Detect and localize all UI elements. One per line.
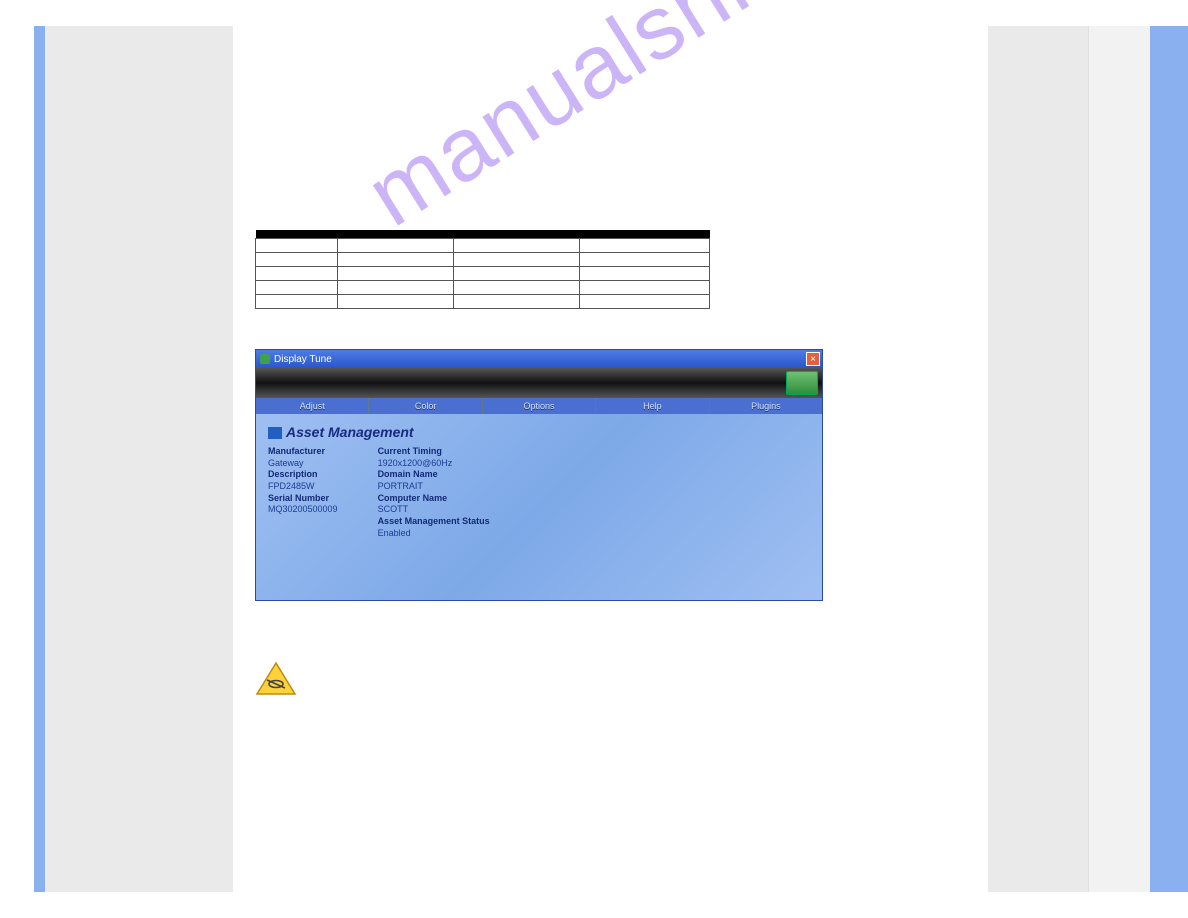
main-content: Display Tune × Adjust Color Options Help… <box>255 230 975 697</box>
monitor-icon <box>268 427 282 439</box>
device-button[interactable] <box>786 371 818 395</box>
info-right-column: Current Timing 1920x1200@60Hz Domain Nam… <box>378 446 490 540</box>
asset-management-panel: Asset Management Manufacturer Gateway De… <box>256 414 822 600</box>
table-row <box>256 253 710 267</box>
tab-options[interactable]: Options <box>483 398 596 414</box>
table-row <box>256 267 710 281</box>
table-header <box>454 230 580 239</box>
domain-value: PORTRAIT <box>378 481 490 493</box>
description-value: FPD2485W <box>268 481 338 493</box>
table-row <box>256 295 710 309</box>
tab-adjust[interactable]: Adjust <box>256 398 369 414</box>
tabbar: Adjust Color Options Help Plugins <box>256 398 822 414</box>
page: manualshive.com Display Tune × <box>0 0 1188 918</box>
display-tune-window: Display Tune × Adjust Color Options Help… <box>255 349 823 601</box>
manufacturer-value: Gateway <box>268 458 338 470</box>
timing-value: 1920x1200@60Hz <box>378 458 490 470</box>
serial-value: MQ30200500009 <box>268 504 338 516</box>
table-header-row <box>256 230 710 239</box>
blue-edge-left <box>34 26 45 892</box>
tab-color[interactable]: Color <box>369 398 482 414</box>
toolbar <box>256 368 822 398</box>
table-header <box>580 230 710 239</box>
app-icon <box>260 354 270 364</box>
table-header <box>256 230 338 239</box>
computer-label: Computer Name <box>378 493 490 505</box>
warning-icon <box>255 661 297 697</box>
description-label: Description <box>268 469 338 481</box>
status-value: Enabled <box>378 528 490 540</box>
watermark-text: manualshive.com <box>350 0 1024 247</box>
status-label: Asset Management Status <box>378 516 490 528</box>
spec-table <box>255 230 710 309</box>
timing-label: Current Timing <box>378 446 490 458</box>
tab-plugins[interactable]: Plugins <box>710 398 822 414</box>
info-left-column: Manufacturer Gateway Description FPD2485… <box>268 446 338 540</box>
manufacturer-label: Manufacturer <box>268 446 338 458</box>
sidebar-column <box>45 26 233 892</box>
tab-help[interactable]: Help <box>596 398 709 414</box>
serial-label: Serial Number <box>268 493 338 505</box>
table-row <box>256 239 710 253</box>
domain-label: Domain Name <box>378 469 490 481</box>
table-header <box>338 230 454 239</box>
right-column-1 <box>988 26 1088 892</box>
computer-value: SCOTT <box>378 504 490 516</box>
panel-title: Asset Management <box>268 424 810 440</box>
right-column-2 <box>1088 26 1150 892</box>
close-button[interactable]: × <box>806 352 820 366</box>
table-row <box>256 281 710 295</box>
window-titlebar: Display Tune × <box>256 350 822 368</box>
window-title: Display Tune <box>274 354 332 365</box>
blue-edge-right <box>1150 26 1188 892</box>
